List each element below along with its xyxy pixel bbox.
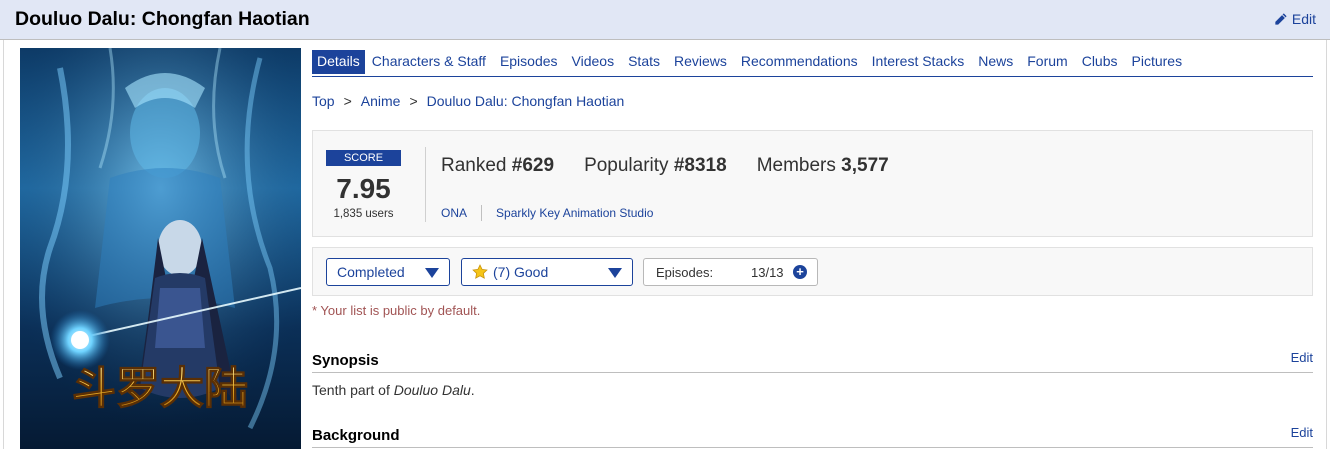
episodes-value[interactable]: 13/13	[751, 265, 784, 280]
synopsis-text-end: .	[470, 382, 475, 398]
breadcrumb-top[interactable]: Top	[312, 93, 335, 109]
stats-panel: SCORE 7.95 1,835 users Ranked #629 Popul…	[312, 130, 1313, 237]
pencil-icon	[1275, 12, 1287, 25]
background-edit-link[interactable]: Edit	[1291, 425, 1313, 440]
background-title: Background	[312, 427, 400, 444]
studio-link[interactable]: Sparkly Key Animation Studio	[496, 206, 653, 220]
score-value: 7.95	[336, 173, 391, 204]
tab-episodes[interactable]: Episodes	[495, 50, 563, 74]
type-link[interactable]: ONA	[441, 206, 467, 220]
members-value: 3,577	[841, 155, 889, 176]
edit-title-label: Edit	[1291, 11, 1316, 27]
background-header: Background Edit	[312, 422, 1313, 448]
title-bar: Douluo Dalu: Chongfan Haotian Edit	[0, 0, 1330, 40]
poster-image: 斗罗大陆	[20, 48, 301, 449]
edit-title-link[interactable]: Edit	[1273, 11, 1316, 27]
content-border-right	[1326, 40, 1327, 449]
tab-clubs[interactable]: Clubs	[1077, 50, 1123, 74]
tab-forum[interactable]: Forum	[1022, 50, 1072, 74]
ranked-value: #629	[511, 155, 555, 176]
tab-reviews[interactable]: Reviews	[669, 50, 732, 74]
tab-videos[interactable]: Videos	[567, 50, 620, 74]
tab-stats[interactable]: Stats	[623, 50, 665, 74]
tab-news[interactable]: News	[973, 50, 1018, 74]
plus-icon[interactable]: +	[793, 265, 807, 279]
synopsis-text-start: Tenth part of	[312, 382, 394, 398]
svg-text:斗罗大陆: 斗罗大陆	[72, 363, 248, 414]
members-label: Members	[756, 155, 836, 176]
episodes-label: Episodes:	[656, 264, 714, 280]
list-public-notice: * Your list is public by default.	[312, 303, 481, 318]
anime-poster[interactable]: 斗罗大陆	[20, 48, 301, 449]
star-icon	[472, 264, 488, 279]
popularity-label: Popularity	[584, 155, 669, 176]
episodes-field: Episodes: 13/13 +	[643, 258, 818, 286]
breadcrumb-anime[interactable]: Anime	[361, 93, 401, 109]
score-label: SCORE	[326, 150, 401, 166]
members-stat: Members 3,577	[757, 155, 889, 177]
ranked-label: Ranked	[441, 155, 507, 176]
stats-divider	[425, 147, 426, 222]
popularity-value: #8318	[673, 155, 727, 176]
ranked-stat: Ranked #629	[441, 155, 554, 177]
breadcrumb: Top > Anime > Douluo Dalu: Chongfan Haot…	[312, 93, 624, 109]
page-title: Douluo Dalu: Chongfan Haotian	[15, 8, 310, 30]
score-users: 1,835 users	[333, 208, 394, 220]
synopsis-edit-link[interactable]: Edit	[1291, 350, 1313, 365]
tab-interest-stacks[interactable]: Interest Stacks	[867, 50, 970, 74]
synopsis-text: Tenth part of Douluo Dalu.	[312, 382, 475, 398]
content-border-left	[3, 40, 4, 449]
tab-characters-staff[interactable]: Characters & Staff	[367, 50, 491, 74]
status-value: Completed	[337, 264, 405, 280]
popularity-stat: Popularity #8318	[584, 155, 727, 177]
rank-row: Ranked #629 Popularity #8318 Members 3,5…	[441, 155, 889, 177]
meta-divider	[481, 205, 483, 221]
chevron-down-icon	[608, 268, 622, 278]
chevron-down-icon	[425, 268, 439, 278]
score-select-value: (7) Good	[493, 264, 549, 280]
status-select[interactable]: Completed	[326, 258, 450, 286]
breadcrumb-separator: >	[343, 93, 352, 109]
tab-details[interactable]: Details	[312, 50, 365, 74]
synopsis-header: Synopsis Edit	[312, 347, 1313, 373]
synopsis-title: Synopsis	[312, 352, 379, 369]
breadcrumb-separator: >	[409, 93, 418, 109]
breadcrumb-current[interactable]: Douluo Dalu: Chongfan Haotian	[427, 93, 625, 109]
score-select[interactable]: (7) Good	[461, 258, 633, 286]
synopsis-text-title: Douluo Dalu	[393, 382, 471, 398]
meta-row: ONA Sparkly Key Animation Studio	[441, 205, 653, 221]
my-list-panel: Completed (7) Good Episodes: 13/13 +	[312, 247, 1313, 296]
tab-pictures[interactable]: Pictures	[1127, 50, 1188, 74]
tab-recommendations[interactable]: Recommendations	[736, 50, 863, 74]
anime-nav-tabs: Details Characters & Staff Episodes Vide…	[312, 50, 1313, 77]
